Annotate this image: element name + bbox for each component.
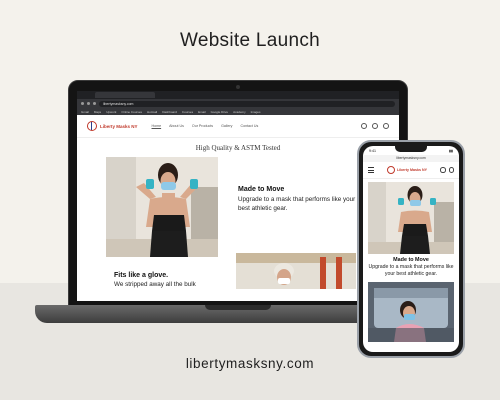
site-nav: Home About Us Our Products Gallery Conta… [152, 124, 259, 128]
feature-text: We stripped away all the bulk [114, 281, 196, 288]
site-header: Liberty Masks NY Home About Us Our Produ… [77, 115, 399, 138]
phone-mockup: 9:41 ▮▮ libertymasksny.com Liberty Masks… [357, 140, 465, 358]
liberty-logo-icon [387, 166, 396, 174]
cart-icon[interactable] [448, 167, 454, 173]
bookmark[interactable]: Online Courses [121, 110, 142, 114]
webcam-icon [236, 85, 240, 89]
feature-made-to-move: Made to Move Upgrade to a mask that perf… [238, 186, 358, 213]
bookmark[interactable]: Google Drive [211, 110, 229, 114]
search-icon[interactable] [440, 167, 446, 173]
bookmark[interactable]: Upwork [106, 110, 116, 114]
bookmark[interactable]: Hotmail [147, 110, 157, 114]
nav-about[interactable]: About Us [169, 124, 184, 128]
feature-title: Fits like a glove. [114, 272, 169, 279]
phone-site-header: Liberty Masks NY [363, 162, 459, 179]
nav-products[interactable]: Our Products [192, 124, 213, 128]
bookmark[interactable]: Academy [233, 110, 246, 114]
bookmark[interactable]: Email [198, 110, 206, 114]
logo-text: Liberty Masks NY [100, 123, 138, 129]
hero-photo [106, 157, 218, 257]
status-time: 9:41 [369, 148, 376, 153]
forward-icon[interactable] [87, 102, 90, 105]
logo-text: Liberty Masks NY [397, 168, 427, 172]
feature-title: Made to Move [238, 186, 285, 193]
browser-toolbar: libertymasksny.com [77, 99, 399, 108]
laptop-notch [205, 305, 271, 310]
address-bar[interactable]: libertymasksny.com [99, 100, 395, 107]
browser-tabbar [77, 91, 399, 99]
hamburger-menu-icon[interactable] [368, 167, 374, 173]
browser-tab[interactable] [95, 92, 155, 98]
account-icon[interactable] [372, 123, 378, 129]
bookmark[interactable]: Dashboard [162, 110, 177, 114]
site-logo[interactable]: Liberty Masks NY [87, 121, 138, 131]
bookmark[interactable]: Courses [182, 110, 193, 114]
phone-feature: Made to Move Upgrade to a mask that perf… [363, 254, 459, 278]
bookmarks-bar: Gmail Maps Upwork Online Courses Hotmail… [77, 108, 399, 115]
phone-second-photo [368, 282, 454, 342]
feature-text: Upgrade to a mask that performs like you… [238, 196, 356, 212]
back-icon[interactable] [81, 102, 84, 105]
phone-hero-photo [368, 182, 454, 254]
second-photo [236, 253, 356, 289]
search-icon[interactable] [361, 123, 367, 129]
page-title: Website Launch [179, 30, 321, 51]
battery-icon: ▮▮ [449, 148, 453, 153]
header-icons [361, 123, 389, 129]
website-url[interactable]: libertymasksny.com [0, 356, 500, 371]
phone-notch [395, 146, 427, 152]
nav-home[interactable]: Home [152, 124, 162, 128]
nav-contact[interactable]: Contact Us [240, 124, 258, 128]
phone-header-icons [440, 167, 454, 173]
liberty-logo-icon [87, 121, 97, 131]
feature-title: Made to Move [393, 257, 429, 263]
feature-text: Upgrade to a mask that performs like you… [368, 264, 454, 277]
phone-address-bar[interactable]: libertymasksny.com [363, 155, 459, 162]
section-heading: High Quality & ASTM Tested [195, 144, 281, 152]
bookmark[interactable]: Images [251, 110, 261, 114]
bookmark[interactable]: Gmail [81, 110, 89, 114]
bookmark[interactable]: Maps [94, 110, 101, 114]
cart-icon[interactable] [383, 123, 389, 129]
nav-gallery[interactable]: Gallery [221, 124, 232, 128]
phone-screen: 9:41 ▮▮ libertymasksny.com Liberty Masks… [363, 146, 459, 352]
phone-site-logo[interactable]: Liberty Masks NY [387, 166, 427, 174]
reload-icon[interactable] [93, 102, 96, 105]
feature-fits: Fits like a glove. We stripped away all … [114, 272, 234, 288]
